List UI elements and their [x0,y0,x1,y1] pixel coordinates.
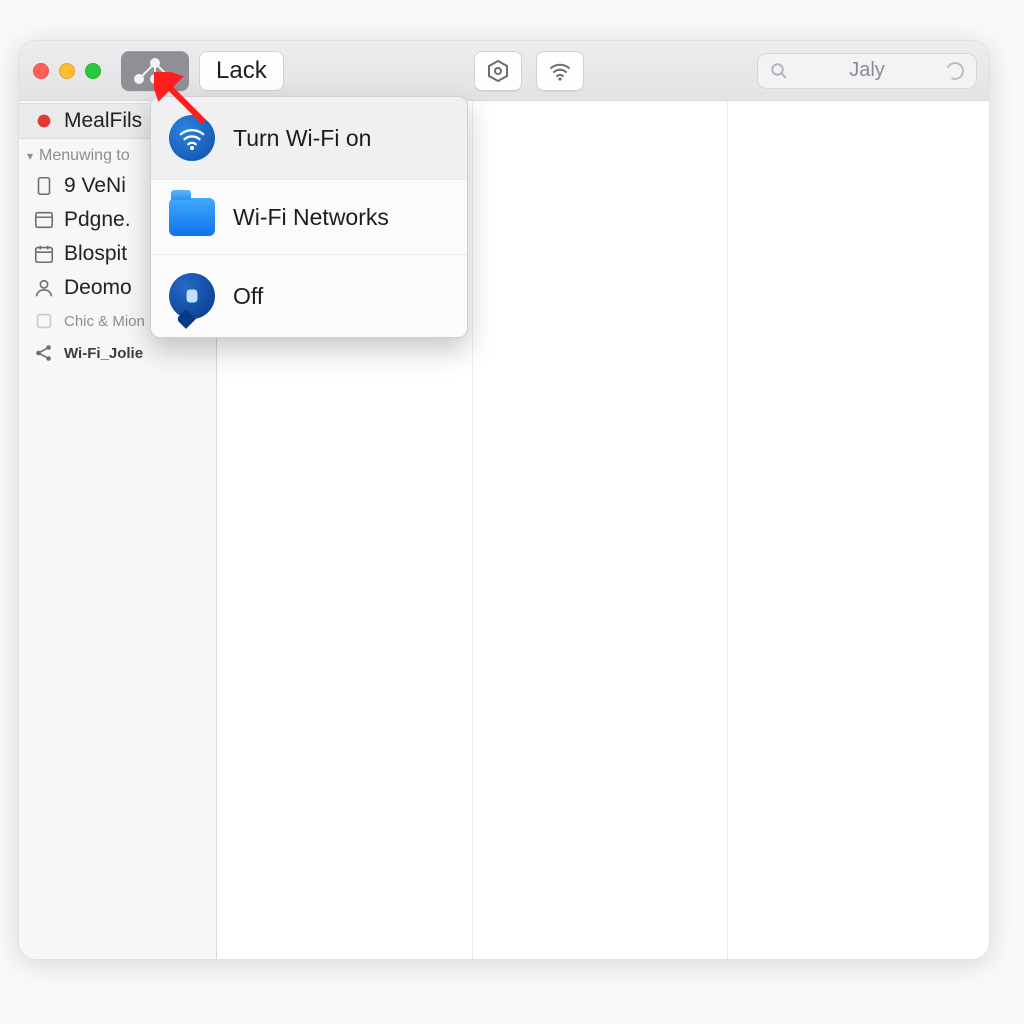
red-dot-icon [33,110,55,132]
person-icon [33,277,55,299]
wifi-status-button[interactable] [536,51,584,91]
search-placeholder: Jaly [796,59,938,82]
sidebar-tag-label: Chic & Mion [64,313,145,330]
zoom-window-button[interactable] [85,63,101,79]
sidebar-item-label: MealFils [64,109,142,133]
view-button-lack[interactable]: Lack [199,51,284,91]
menu-item-off[interactable]: Off [151,255,467,337]
sidebar-item-label: Pdgne. [64,208,131,232]
window-controls [33,63,101,79]
wifi-on-icon [169,115,215,161]
search-field[interactable]: Jaly [757,53,977,89]
menu-item-wifi-networks[interactable]: Wi-Fi Networks [151,180,467,255]
wifi-icon [548,59,572,83]
minimize-window-button[interactable] [59,63,75,79]
sidebar-tag-label: Wi-Fi_Jolie [64,345,143,362]
window-icon [33,209,55,231]
sidebar-tag-1[interactable]: Wi-Fi_Jolie [19,337,216,369]
search-icon [770,62,788,80]
sidebar-section-label: Menuwing to [39,147,130,165]
calendar-icon [33,243,55,265]
sidebar-item-label: Blospit [64,242,127,266]
settings-gear-button[interactable] [474,51,522,91]
menu-item-label: Off [233,283,263,310]
wifi-off-icon [169,273,215,319]
device-icon [33,175,55,197]
folder-icon [169,198,215,236]
window-toolbar: Lack [19,41,989,101]
close-window-button[interactable] [33,63,49,79]
network-topology-icon [131,55,179,87]
menu-item-label: Wi-Fi Networks [233,204,389,231]
checkbox-empty-icon [33,310,55,332]
disclosure-triangle-icon: ▾ [27,149,33,163]
reload-icon[interactable] [943,59,966,82]
view-button-label: Lack [216,57,267,85]
sidebar-item-label: 9 VeNi [64,174,126,198]
hexagon-gear-icon [486,59,510,83]
network-menu-button[interactable] [121,51,189,91]
wifi-dropdown-menu: Turn Wi-Fi on Wi-Fi Networks Off [150,96,468,338]
menu-item-label: Turn Wi-Fi on [233,125,371,152]
sidebar-item-label: Deomo [64,276,132,300]
menu-item-turn-wifi-on[interactable]: Turn Wi-Fi on [151,97,467,180]
share-icon [33,342,55,364]
